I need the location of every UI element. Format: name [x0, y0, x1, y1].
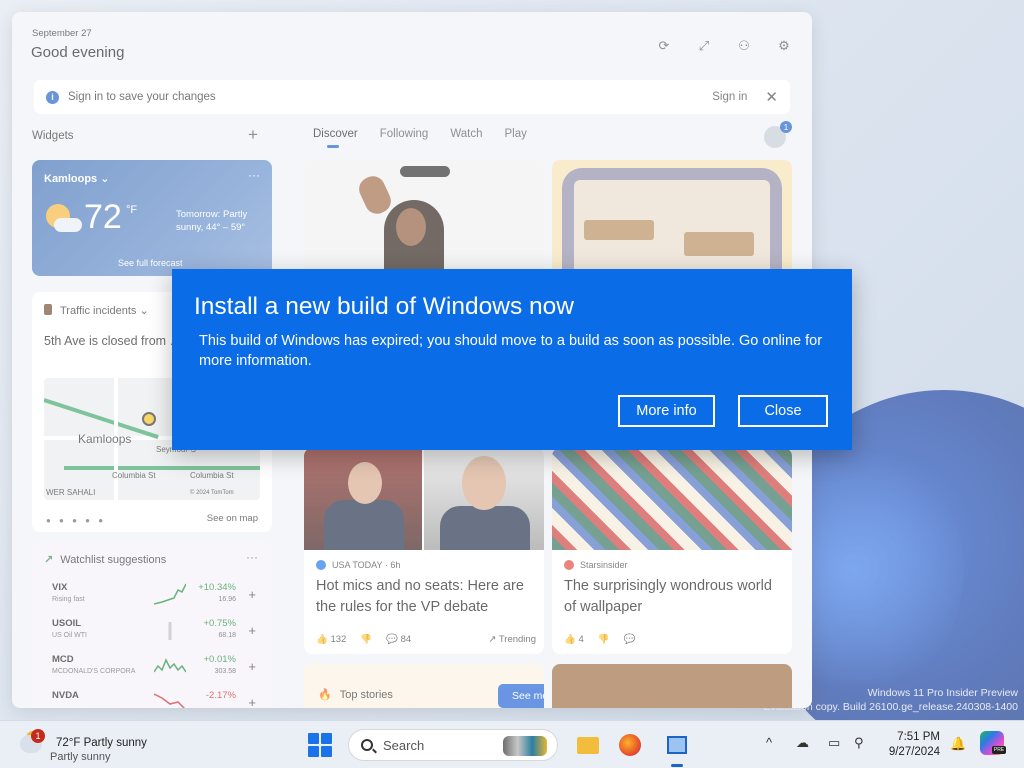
- dialog-title: Install a new build of Windows now: [194, 293, 574, 320]
- expired-build-dialog: Install a new build of Windows now This …: [172, 269, 852, 450]
- search-icon: [361, 739, 373, 751]
- taskbar-weather-widget[interactable]: 1 72°F Partly sunny Partly sunny: [18, 729, 158, 763]
- file-explorer-button[interactable]: [572, 729, 604, 761]
- notification-badge: 1: [31, 729, 45, 743]
- display-icon[interactable]: ▭: [828, 735, 840, 751]
- windows-logo-pane: [321, 746, 332, 757]
- taskbar-search[interactable]: Search: [348, 729, 558, 761]
- taskbar-clock[interactable]: 7:51 PM 9/27/2024: [874, 730, 940, 760]
- search-placeholder: Search: [383, 737, 425, 753]
- chevron-up-icon[interactable]: ^: [766, 735, 772, 750]
- window-icon: [667, 736, 687, 754]
- windows-logo-pane: [308, 733, 319, 744]
- firefox-button[interactable]: [614, 729, 646, 761]
- taskbar-weather-subtext: Partly sunny: [50, 751, 111, 763]
- dialog-body: This build of Windows has expired; you s…: [199, 333, 823, 369]
- windows-logo-pane: [308, 746, 319, 757]
- folder-icon: [577, 736, 599, 754]
- network-icon[interactable]: ⚲: [854, 735, 864, 751]
- taskbar-weather-text: 72°F Partly sunny: [56, 737, 147, 749]
- close-button[interactable]: Close: [738, 395, 828, 427]
- windows-logo-pane: [321, 733, 332, 744]
- clock-time: 7:51 PM: [897, 731, 940, 743]
- taskbar: 1 72°F Partly sunny Partly sunny Search …: [0, 720, 1024, 768]
- firefox-icon: [619, 734, 641, 756]
- more-info-button[interactable]: More info: [618, 395, 715, 427]
- bell-icon[interactable]: 🔔: [950, 736, 966, 752]
- active-app-indicator: [671, 764, 683, 767]
- search-highlight-image: [503, 736, 547, 756]
- clock-date: 9/27/2024: [888, 746, 940, 758]
- cloud-offline-icon[interactable]: ☁: [796, 735, 809, 751]
- preview-badge: PRE: [992, 746, 1006, 754]
- active-app-button[interactable]: [661, 729, 693, 761]
- start-button[interactable]: [308, 733, 332, 757]
